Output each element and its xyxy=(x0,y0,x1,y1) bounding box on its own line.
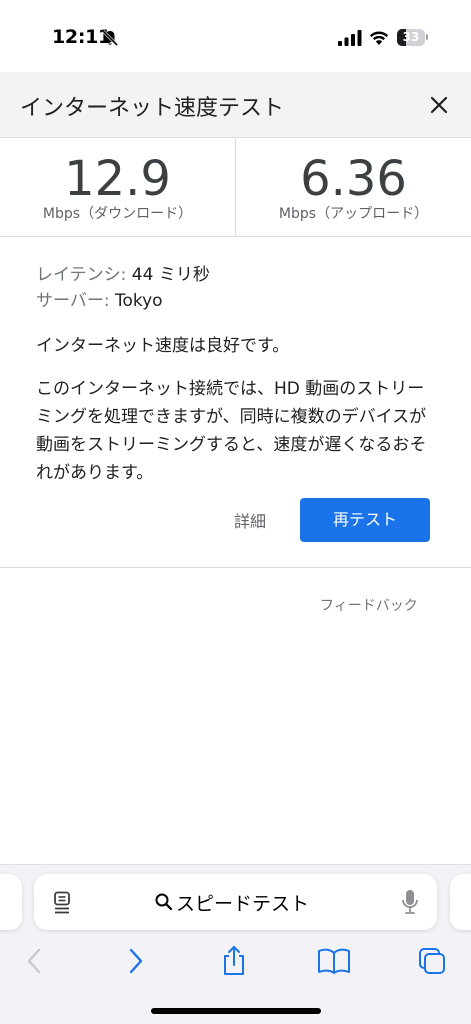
feedback-link[interactable]: フィードバック xyxy=(320,595,418,615)
previous-tab-preview[interactable] xyxy=(0,874,22,930)
mic-icon[interactable] xyxy=(400,888,420,916)
home-indicator xyxy=(151,1008,321,1014)
page-title: インターネット速度テスト xyxy=(20,96,285,121)
speed-results: 12.9 Mbps（ダウンロード） 6.36 Mbps（アップロード） xyxy=(0,139,471,237)
tabs-icon xyxy=(419,948,445,974)
search-icon xyxy=(155,893,173,911)
latency-label: レイテンシ: xyxy=(36,265,127,285)
bookmarks-icon xyxy=(318,948,350,974)
bookmarks-button[interactable] xyxy=(314,941,354,981)
close-button[interactable] xyxy=(420,86,458,124)
wifi-icon xyxy=(369,31,389,45)
search-query-text: スピードテスト xyxy=(176,892,310,915)
browser-toolbar: スピードテスト xyxy=(0,864,471,1024)
next-tab-preview[interactable] xyxy=(450,874,471,930)
signal-icon xyxy=(338,30,362,46)
download-result: 12.9 Mbps（ダウンロード） xyxy=(0,139,235,237)
status-bar: 12:11 33 xyxy=(0,0,471,72)
battery-level: 33 xyxy=(402,30,420,44)
back-button[interactable] xyxy=(14,941,54,981)
address-bar[interactable]: スピードテスト xyxy=(34,874,437,930)
server-label: サーバー: xyxy=(36,291,110,311)
share-button[interactable] xyxy=(214,941,254,981)
section-divider xyxy=(0,567,471,568)
upload-speed-value: 6.36 xyxy=(300,151,407,207)
forward-icon xyxy=(129,948,143,974)
bell-slash-icon xyxy=(101,29,119,47)
test-details: レイテンシ: 44 ミリ秒 サーバー: Tokyo xyxy=(36,262,446,314)
navigation-row xyxy=(0,941,471,985)
retest-button[interactable]: 再テスト xyxy=(300,498,430,542)
download-speed-unit: Mbps（ダウンロード） xyxy=(42,206,193,222)
reader-icon[interactable] xyxy=(52,891,74,915)
latency-row: レイテンシ: 44 ミリ秒 xyxy=(36,262,446,288)
server-row: サーバー: Tokyo xyxy=(36,288,446,314)
search-query[interactable]: スピードテスト xyxy=(154,888,309,916)
upload-speed-unit: Mbps（アップロード） xyxy=(278,206,429,222)
battery-indicator: 33 xyxy=(397,29,425,46)
server-value: Tokyo xyxy=(114,291,163,311)
details-link[interactable]: 詳細 xyxy=(234,508,266,532)
speedtest-header: インターネット速度テスト xyxy=(0,72,471,138)
forward-button[interactable] xyxy=(116,941,156,981)
share-icon xyxy=(224,946,244,975)
speed-description: このインターネット接続では、HD 動画のストリーミングを処理できますが、同時に複… xyxy=(36,379,427,483)
download-speed-value: 12.9 xyxy=(64,151,171,207)
battery-cap xyxy=(426,34,428,40)
close-icon xyxy=(430,96,448,114)
tabs-button[interactable] xyxy=(412,941,452,981)
latency-value: 44 ミリ秒 xyxy=(131,265,210,285)
speed-summary: インターネット速度は良好です。 xyxy=(36,336,290,356)
upload-result: 6.36 Mbps（アップロード） xyxy=(236,139,471,237)
back-icon xyxy=(27,948,41,974)
